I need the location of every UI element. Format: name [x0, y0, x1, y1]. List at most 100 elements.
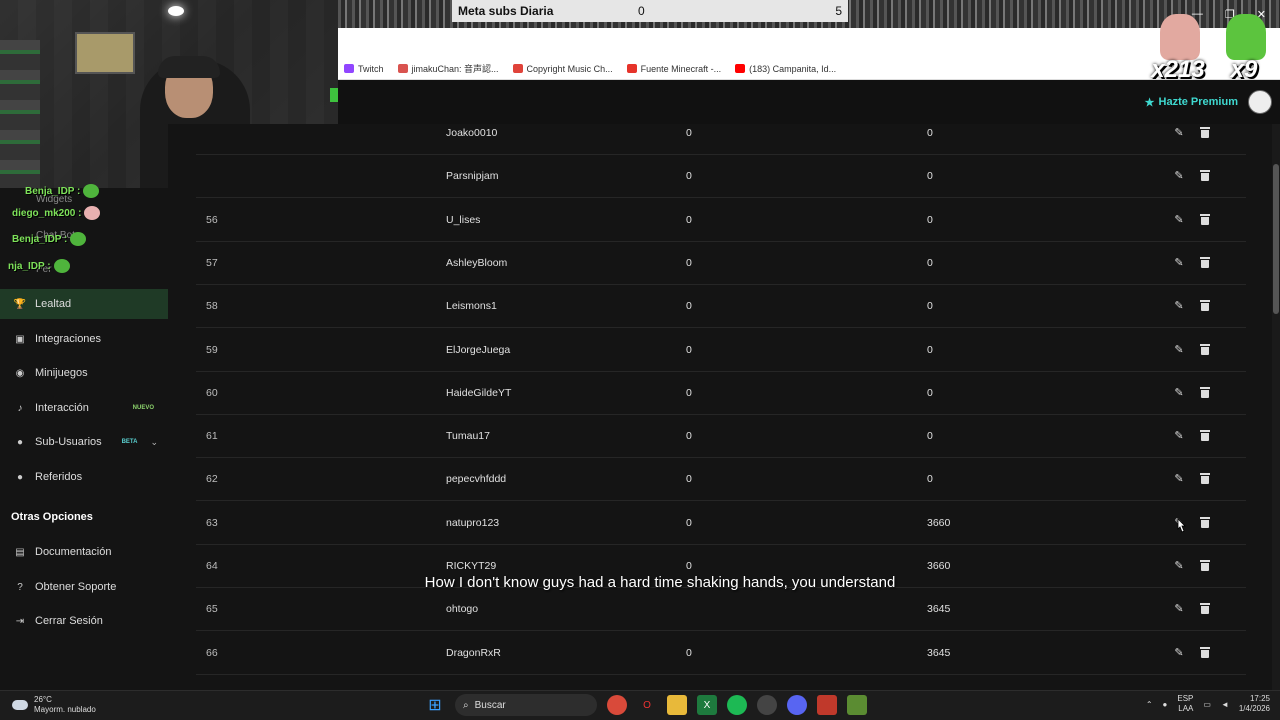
- edit-icon[interactable]: ✎: [1172, 472, 1186, 486]
- windows-start-icon[interactable]: ⊞: [425, 695, 445, 715]
- edit-icon[interactable]: ✎: [1172, 256, 1186, 270]
- sidebar-item-soporte[interactable]: ? Obtener Soporte: [0, 572, 168, 602]
- excel-icon[interactable]: X: [697, 695, 717, 715]
- row-username: Parsnipjam: [446, 170, 499, 183]
- row-username: ElJorgeJuega: [446, 343, 511, 356]
- trash-shape: [1200, 473, 1210, 485]
- avatar[interactable]: [1248, 90, 1272, 114]
- sidebar-item-documentacion[interactable]: ▤ Documentación: [0, 537, 168, 567]
- edit-icon[interactable]: ✎: [1172, 343, 1186, 357]
- chevron-down-icon[interactable]: ⌄: [150, 437, 158, 448]
- sidebar-item-integraciones[interactable]: ▣ Integraciones: [0, 324, 168, 354]
- trash-icon[interactable]: [1198, 256, 1212, 270]
- row-value-b: 0: [927, 343, 933, 356]
- sidebar-item-interaccion[interactable]: ♪ Interacción NUEVO: [0, 393, 168, 423]
- steam-icon[interactable]: [757, 695, 777, 715]
- sidebar-item-sub-usuarios[interactable]: ● Sub-Usuarios BETA ⌄: [0, 427, 168, 457]
- mic-icon[interactable]: ●: [1163, 700, 1168, 709]
- edit-icon[interactable]: ✎: [1172, 646, 1186, 660]
- trash-shape: [1200, 603, 1210, 615]
- weather-widget[interactable]: 26°C Mayorm. nublado: [12, 695, 96, 715]
- trash-icon[interactable]: [1198, 299, 1212, 313]
- trash-shape: [1200, 127, 1210, 138]
- volume-icon[interactable]: ◄: [1221, 700, 1229, 709]
- chat-line: nja_IDP :: [8, 259, 70, 273]
- table-row: 59 ElJorgeJuega 0 0 ✎: [196, 329, 1246, 372]
- bookmark-youtube[interactable]: (183) Campanita, Id...: [735, 64, 836, 74]
- row-username: U_lises: [446, 213, 481, 226]
- app-icon[interactable]: [817, 695, 837, 715]
- trash-icon[interactable]: [1198, 472, 1212, 486]
- trash-icon[interactable]: [1198, 386, 1212, 400]
- sidebar-item-minijuegos[interactable]: ◉ Minijuegos: [0, 358, 168, 388]
- trash-icon[interactable]: [1198, 516, 1212, 530]
- badge-frog: x9: [1216, 14, 1272, 84]
- row-value-a: 0: [686, 516, 692, 529]
- bookmark-twitch[interactable]: Twitch: [344, 64, 384, 74]
- chrome-icon[interactable]: [607, 695, 627, 715]
- edit-icon[interactable]: ✎: [1172, 602, 1186, 616]
- language-indicator[interactable]: ESP LAA: [1177, 694, 1193, 714]
- minecraft-icon[interactable]: [847, 695, 867, 715]
- address-bar-area[interactable]: [338, 28, 1280, 58]
- trophy-icon: 🏆: [13, 298, 27, 310]
- trash-icon[interactable]: [1198, 169, 1212, 183]
- network-icon[interactable]: ▭: [1203, 700, 1211, 709]
- chat-line: diego_mk200 :: [12, 206, 101, 220]
- trash-icon[interactable]: [1198, 602, 1212, 616]
- trash-icon[interactable]: [1198, 343, 1212, 357]
- edit-icon[interactable]: ✎: [1172, 126, 1186, 140]
- table-row: 60 HaideGildeYT 0 0 ✎: [196, 372, 1246, 415]
- table-row: 66 DragonRxR 0 3645 ✎: [196, 632, 1246, 675]
- taskbar-search[interactable]: ⌕ Buscar: [455, 694, 597, 716]
- row-username: Tumau17: [446, 430, 490, 443]
- edit-icon[interactable]: ✎: [1172, 559, 1186, 573]
- scrollbar[interactable]: [1272, 124, 1280, 690]
- spotify-icon[interactable]: [727, 695, 747, 715]
- table-row: Joako0010 0 0 ✎: [196, 124, 1246, 155]
- trash-shape: [1200, 430, 1210, 442]
- chevron-up-icon[interactable]: ⌃: [1146, 700, 1153, 709]
- bookmark-minecraft-font[interactable]: Fuente Minecraft -...: [626, 64, 721, 74]
- sidebar-item-referidos[interactable]: ● Referidos: [0, 462, 168, 492]
- help-icon: ?: [17, 581, 23, 593]
- scrollbar-thumb[interactable]: [1273, 164, 1279, 314]
- edit-icon[interactable]: ✎: [1172, 299, 1186, 313]
- sub-goal-target: 5: [835, 4, 842, 18]
- puzzle-icon: ▣: [15, 333, 25, 345]
- clock[interactable]: 17:25 1/4/2026: [1239, 694, 1270, 714]
- premium-link[interactable]: ★ Hazte Premium: [1145, 96, 1238, 109]
- row-username: pepecvhfddd: [446, 473, 507, 486]
- row-value-a: 0: [686, 473, 692, 486]
- row-rank: 63: [206, 516, 218, 529]
- trash-icon[interactable]: [1198, 646, 1212, 660]
- trash-icon[interactable]: [1198, 429, 1212, 443]
- edit-icon[interactable]: ✎: [1172, 213, 1186, 227]
- trash-icon[interactable]: [1198, 126, 1212, 140]
- bookmark-jimaku[interactable]: jimakuChan: 音声認...: [397, 62, 499, 75]
- table-row: 57 AshleyBloom 0 0 ✎: [196, 242, 1246, 285]
- trash-shape: [1200, 170, 1210, 182]
- trash-icon[interactable]: [1198, 213, 1212, 227]
- edit-icon[interactable]: ✎: [1172, 386, 1186, 400]
- row-rank: 64: [206, 560, 218, 572]
- edit-icon[interactable]: ✎: [1172, 429, 1186, 443]
- edit-icon[interactable]: ✎: [1172, 169, 1186, 183]
- sidebar-item-lealtad[interactable]: 🏆 Lealtad: [0, 289, 168, 319]
- row-rank: 61: [206, 430, 218, 443]
- row-value-b: 0: [927, 430, 933, 443]
- row-value-b: 0: [927, 300, 933, 313]
- opera-icon[interactable]: O: [637, 695, 657, 715]
- row-value-a: 0: [686, 430, 692, 443]
- trash-icon[interactable]: [1198, 559, 1212, 573]
- row-username: DragonRxR: [446, 646, 501, 659]
- row-value-a: 0: [686, 127, 692, 139]
- row-value-b: 3660: [927, 560, 951, 572]
- chat-line: Benja_IDP :: [25, 184, 100, 198]
- folder-icon[interactable]: [667, 695, 687, 715]
- sidebar-item-cerrar-sesion[interactable]: ⇥ Cerrar Sesión: [0, 606, 168, 636]
- bookmark-copyright-music[interactable]: Copyright Music Ch...: [512, 64, 613, 74]
- discord-icon[interactable]: [787, 695, 807, 715]
- chat-line: Benja_IDP :: [12, 232, 87, 246]
- row-value-b: 3645: [927, 603, 951, 616]
